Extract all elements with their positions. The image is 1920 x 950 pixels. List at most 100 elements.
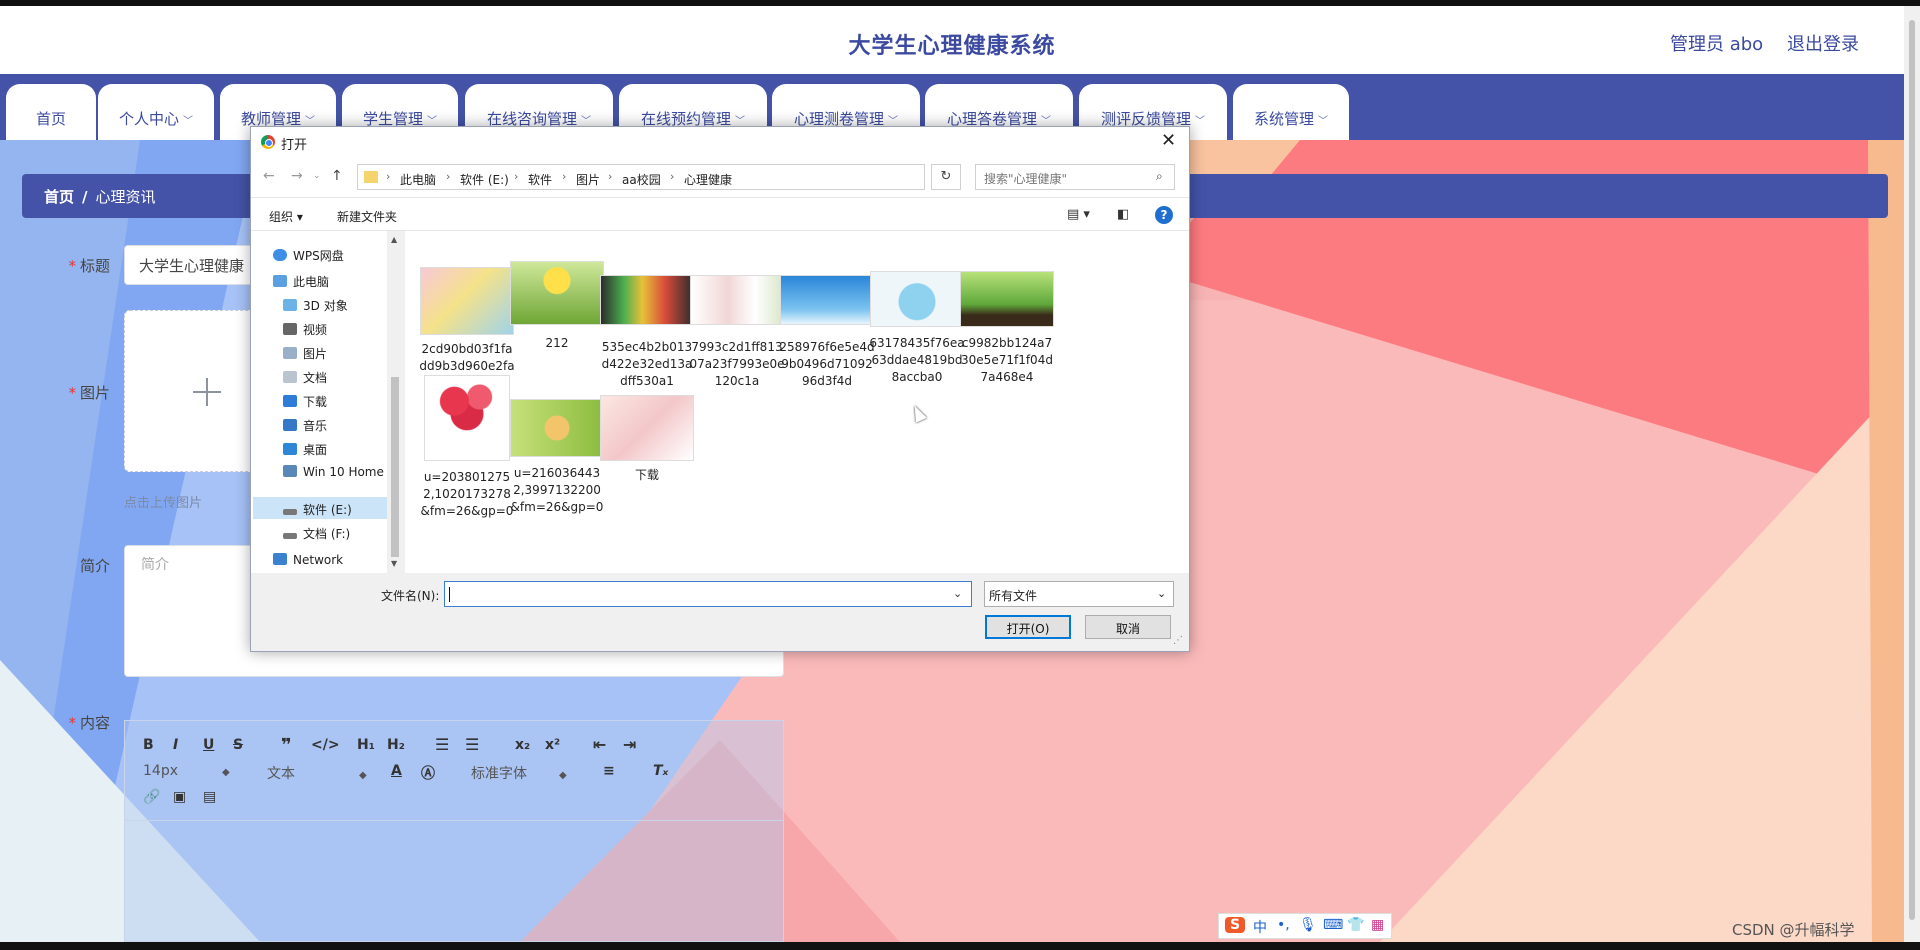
file-item[interactable]: u=2160364432,3997132200&fm=26&gp=0 [509,399,605,516]
blockquote-button[interactable]: ❞ [281,735,292,756]
nav-item-wps[interactable]: WPS网盘 [273,247,344,264]
logout-link[interactable]: 退出登录 [1787,30,1859,56]
file-open-dialog: 打开 ✕ ← → ⌄ ↑ › 此电脑 › 软件 (E:) › 软件 › 图片 ›… [250,126,1190,652]
chevron-down-icon[interactable]: ⌄ [953,587,962,600]
filename-input[interactable]: ⌄ [444,581,972,607]
nav-item-drive-e[interactable]: 软件 (E:) [283,501,352,518]
nav-scrollbar-thumb[interactable] [391,377,399,557]
path-segment[interactable]: 心理健康 [684,171,732,188]
nav-item-this-pc[interactable]: 此电脑 [273,273,329,290]
new-folder-button[interactable]: 新建文件夹 [337,208,397,225]
close-icon[interactable]: ✕ [1161,130,1176,151]
file-item[interactable]: u=2038012752,1020173278&fm=26&gp=0 [419,375,515,520]
resize-grip-icon[interactable]: ⋰ [1173,635,1183,646]
nav-item-downloads[interactable]: 下载 [283,393,327,410]
page-scrollbar-thumb[interactable] [1909,20,1915,920]
keyboard-icon[interactable]: ⌨ [1323,917,1343,933]
nav-item-music[interactable]: 音乐 [283,417,327,434]
chevron-down-icon: ﹀ [1318,116,1328,127]
file-item[interactable]: 535ec4b2b013d422e32ed13adff530a1 [599,275,695,390]
command-bar: 组织 ▾ 新建文件夹 ▤ ▾ ◧ ? [251,197,1189,231]
file-item[interactable]: 下载 [599,395,695,484]
font-color-button[interactable]: A [391,763,402,779]
video-icon[interactable]: ▤ [203,789,216,805]
italic-button[interactable]: I [173,737,178,753]
path-segment[interactable]: 软件 (E:) [460,171,509,188]
file-item[interactable]: c9982bb124a730e5e71f1f04d7a468e4 [959,271,1055,386]
ordered-list-button[interactable]: ☰ [435,735,449,754]
up-arrow-icon[interactable]: ↑ [331,168,343,184]
cancel-button[interactable]: 取消 [1085,615,1171,639]
file-item[interactable]: 2cd90bd03f1fadd9b3d960e2faa877fc [419,267,515,392]
sogou-icon[interactable]: S [1225,917,1246,933]
breadcrumb-home[interactable]: 首页 [44,188,74,206]
scroll-up-icon[interactable]: ▲ [391,235,397,244]
nav-item-desktop[interactable]: 桌面 [283,441,327,458]
help-icon[interactable]: ? [1155,206,1173,224]
file-item[interactable]: 258976f6e5e4d9b0496d7109296d3f4d [779,275,875,390]
filetype-select[interactable]: 所有文件 ⌄ [984,581,1174,607]
picture-icon [283,347,297,359]
drive-icon [283,533,297,539]
rich-text-editor[interactable]: B I U S ❞ </> H₁ H₂ ☰ ☰ x₂ x² ⇤ ⇥ 14px ◆ … [124,720,784,942]
search-input[interactable]: 搜索"心理健康" ⌕ [975,164,1175,190]
superscript-button[interactable]: x² [545,737,560,753]
toolbox-icon[interactable]: ▦ [1371,917,1384,933]
path-segment[interactable]: 图片 [576,171,600,188]
outdent-button[interactable]: ⇤ [593,735,606,754]
background-color-button[interactable]: Ⓐ [421,763,435,783]
bullet-list-button[interactable]: ☰ [465,735,479,754]
forward-arrow-icon[interactable]: → [291,168,303,184]
nav-item-pictures[interactable]: 图片 [283,345,327,362]
path-segment[interactable]: aa校园 [622,171,661,188]
path-segment[interactable]: 此电脑 [400,171,436,188]
preview-pane-icon[interactable]: ◧ [1117,207,1129,222]
nav-item-videos[interactable]: 视频 [283,321,327,338]
nav-tab-personal[interactable]: 个人中心 ﹀ [98,84,214,140]
address-bar[interactable]: › 此电脑 › 软件 (E:) › 软件 › 图片 › aa校园 › 心理健康 … [357,164,1017,190]
nav-item-documents[interactable]: 文档 [283,369,327,386]
nav-tab-label: 个人中心 [118,110,179,128]
align-button[interactable]: ≡ [603,763,615,779]
ime-mode[interactable]: 中 [1253,917,1267,937]
nav-item-3d[interactable]: 3D 对象 [283,297,348,314]
refresh-icon[interactable]: ↻ [931,164,961,190]
file-item[interactable]: 63178435f76ea63ddae4819bd8accba0 [869,271,965,386]
underline-button[interactable]: U [203,737,214,753]
indent-button[interactable]: ⇥ [623,735,636,754]
nav-item-win10[interactable]: Win 10 Home [283,465,384,479]
scroll-down-icon[interactable]: ▼ [391,559,397,568]
punctuation-icon[interactable]: •, [1277,917,1290,933]
nav-item-drive-f[interactable]: 文档 (F:) [283,525,350,542]
strike-button[interactable]: S [233,737,243,753]
h1-button[interactable]: H₁ [357,737,375,753]
path-segment[interactable]: 软件 [528,171,552,188]
microphone-icon[interactable]: 🎙 [1299,917,1317,933]
recent-chevron-icon[interactable]: ⌄ [313,171,321,181]
font-family-select[interactable]: 标准字体 ◆ [471,763,567,783]
bold-button[interactable]: B [143,737,154,753]
file-name: 下载 [634,468,659,482]
nav-item-network[interactable]: Network [273,553,343,567]
file-item[interactable]: 7993c2d1ff81307a23f7993e0e120c1a [689,275,785,390]
file-thumbnail [870,271,964,327]
open-button[interactable]: 打开(O) [985,615,1071,639]
file-name: 7993c2d1ff81307a23f7993e0e120c1a [689,340,785,388]
summary-label: 简介 [79,557,110,575]
subscript-button[interactable]: x₂ [515,737,530,753]
nav-tab-home[interactable]: 首页 [6,84,96,140]
code-button[interactable]: </> [311,737,340,753]
view-options-icon[interactable]: ▤ ▾ [1067,207,1090,222]
organize-menu[interactable]: 组织 ▾ [269,208,303,225]
nav-tab-system[interactable]: 系统管理 ﹀ [1233,84,1349,140]
clear-format-button[interactable]: Tₓ [653,763,668,779]
file-item[interactable]: 212 [509,261,605,352]
image-icon[interactable]: ▣ [173,789,186,805]
font-size-select[interactable]: 14px ◆ [143,763,230,779]
skin-icon[interactable]: 👕 [1347,917,1364,933]
back-arrow-icon[interactable]: ← [263,168,275,184]
format-select[interactable]: 文本 ◆ [267,763,367,783]
link-icon[interactable]: 🔗 [143,789,160,805]
cloud-icon [273,249,287,261]
h2-button[interactable]: H₂ [387,737,405,753]
